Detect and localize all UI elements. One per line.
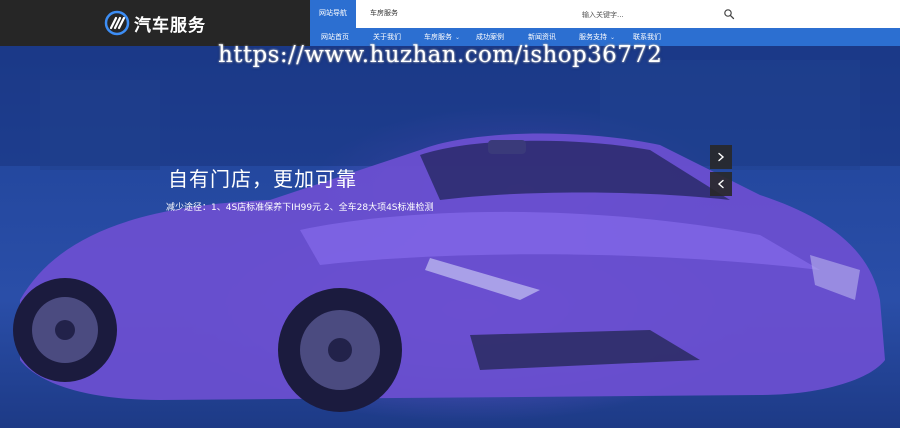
nav-item-car-service-label: 车房服务 <box>424 33 452 41</box>
logo-text: 汽车服务 <box>134 15 206 36</box>
nav-item-support-label: 服务支持 <box>579 33 607 41</box>
logo-mark: 汽车服务 <box>104 10 206 36</box>
slide-title: 自有门店，更加可靠 <box>168 167 357 191</box>
nav-item-cases-label: 成功案例 <box>476 33 504 41</box>
nav-item-contact-label: 联系我们 <box>633 33 661 41</box>
chevron-down-icon: ⌄ <box>455 34 461 41</box>
chevron-down-icon: ⌄ <box>610 34 616 41</box>
top-bar: 网站导航 车房服务 <box>310 0 900 29</box>
slider-next-button[interactable] <box>710 145 732 169</box>
watermark-url: https://www.huzhan.com/ishop36772 <box>218 42 663 68</box>
nav-item-home-label: 网站首页 <box>321 33 349 41</box>
logo[interactable]: 汽车服务 <box>0 0 310 46</box>
search-icon[interactable] <box>723 8 735 20</box>
brand-circle-icon <box>104 10 130 36</box>
chevron-left-icon <box>717 179 724 189</box>
page: 汽车服务 网站导航 车房服务 网站首页 关于我们 车房服务⌄ 成功案例 新闻资讯… <box>0 0 900 428</box>
slide-description: 减少途径：1、4S店标准保养下IH99元 2、全车28大项4S标准检测 <box>166 203 434 213</box>
tab-site-nav[interactable]: 网站导航 <box>310 0 356 28</box>
nav-item-news-label: 新闻资讯 <box>528 33 556 41</box>
nav-item-about-label: 关于我们 <box>373 33 401 41</box>
tab-car-service[interactable]: 车房服务 <box>356 0 412 28</box>
slider-prev-button[interactable] <box>710 172 732 196</box>
chevron-right-icon <box>718 152 725 162</box>
search-input[interactable] <box>580 6 734 24</box>
